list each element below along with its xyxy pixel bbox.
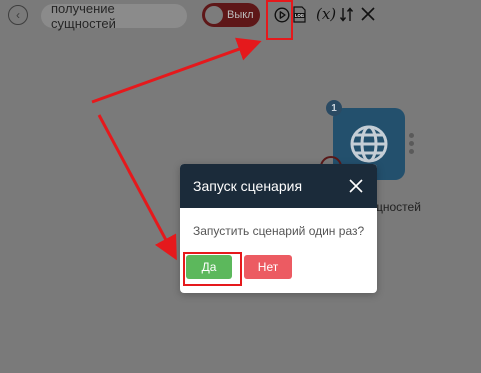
arrow-to-play [91,37,262,104]
arrow-to-yes [97,114,177,261]
annotation-arrows [91,37,262,261]
